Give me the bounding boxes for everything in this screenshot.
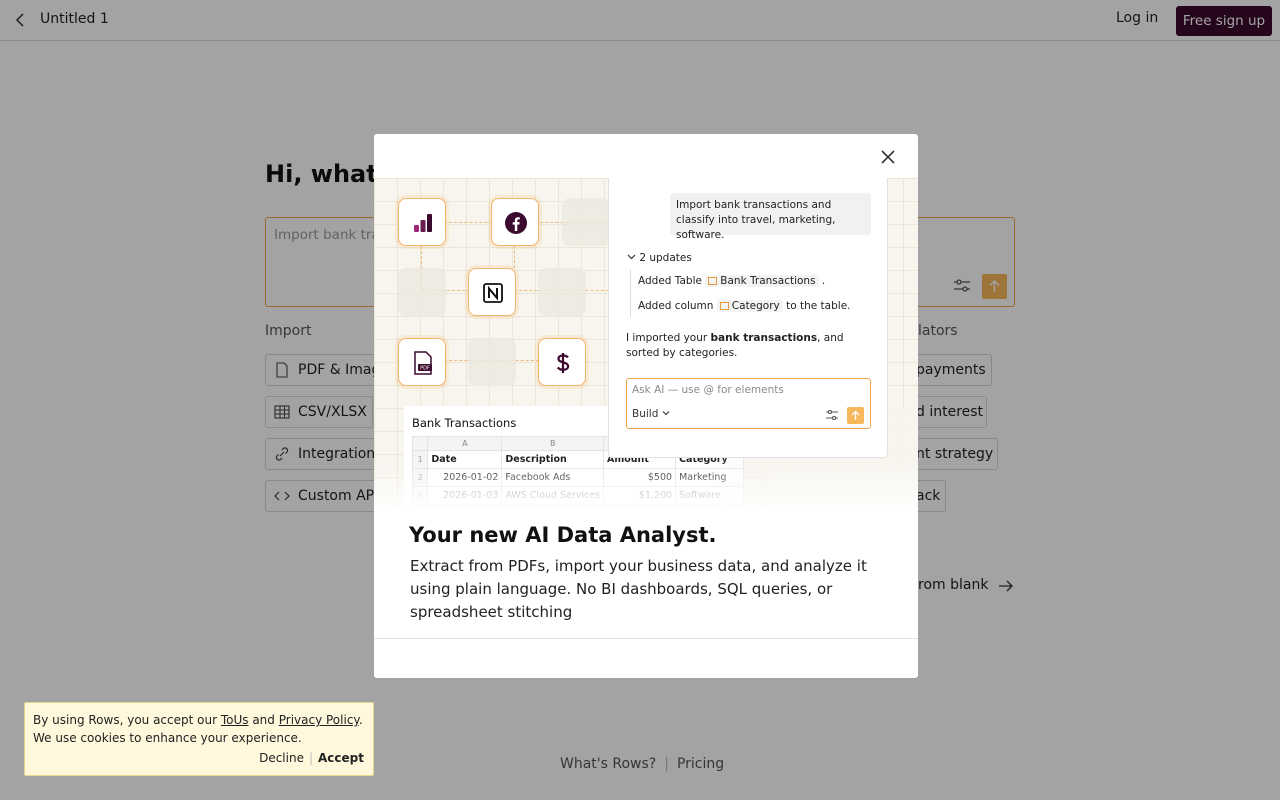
- arrow-up-icon: [851, 410, 860, 420]
- ask-ai-placeholder: Ask AI — use @ for elements: [632, 384, 784, 396]
- privacy-policy-link[interactable]: Privacy Policy: [279, 713, 359, 727]
- column-icon: [719, 302, 729, 310]
- placeholder-tile: [538, 268, 586, 316]
- table-row: 2 2026-01-02 Facebook Ads $500 Marketing: [411, 468, 744, 487]
- column-tag: Category: [716, 300, 783, 312]
- chevron-down-icon: [627, 254, 636, 260]
- notion-app-tile: [468, 268, 516, 316]
- onboarding-modal: PDF Bank Transactions A B 1 Date Descrip…: [374, 134, 918, 678]
- table-row: 3 2026-01-03 AWS Cloud Services $1,200 S…: [411, 486, 744, 505]
- build-mode-dropdown[interactable]: Build: [632, 408, 670, 420]
- ai-chat-panel: Import bank transactions and classify in…: [608, 178, 888, 458]
- sheet-title: Bank Transactions: [412, 416, 517, 430]
- updates-toggle[interactable]: 2 updates: [627, 252, 692, 264]
- column-letter: A: [427, 436, 503, 451]
- placeholder-tile: [562, 198, 610, 246]
- dollar-icon: [556, 353, 570, 373]
- analytics-bars-icon: [414, 214, 432, 232]
- payments-app-tile: [538, 338, 586, 386]
- modal-divider: [374, 638, 918, 639]
- modal-title: Your new AI Data Analyst.: [409, 523, 717, 547]
- column-header-description: Description: [501, 450, 605, 469]
- cookie-text-line2: We use cookies to enhance your experienc…: [33, 731, 302, 745]
- placeholder-tile: [468, 338, 516, 386]
- analytics-app-tile: [398, 198, 446, 246]
- settings-sliders-icon[interactable]: [825, 409, 839, 421]
- connector-line: [514, 246, 515, 268]
- update-item: Added Table Bank Transactions .: [638, 275, 826, 287]
- pdf-badge-label: PDF: [420, 366, 430, 372]
- facebook-app-tile: [491, 198, 539, 246]
- chevron-down-icon: [662, 411, 670, 416]
- ai-summary: I imported your bank transactions, and s…: [626, 332, 844, 359]
- updates-rule: [630, 269, 631, 317]
- tous-link[interactable]: ToUs: [221, 713, 249, 727]
- notion-icon: [483, 283, 503, 303]
- table-icon: [708, 277, 718, 285]
- facebook-icon: [505, 212, 527, 234]
- cookie-actions: Decline | Accept: [259, 749, 364, 767]
- cookie-text: By using Rows, you accept our ToUs and P…: [33, 713, 363, 727]
- modal-description: Extract from PDFs, import your business …: [410, 557, 867, 621]
- placeholder-tile: [398, 268, 446, 316]
- decline-button[interactable]: Decline: [259, 751, 304, 765]
- send-button[interactable]: [847, 407, 864, 424]
- column-header-date: Date: [427, 450, 503, 469]
- cookie-banner: By using Rows, you accept our ToUs and P…: [24, 702, 374, 776]
- user-message-bubble: Import bank transactions and classify in…: [670, 193, 871, 241]
- update-item: Added column Category to the table.: [638, 300, 851, 312]
- table-tag: Bank Transactions: [705, 275, 819, 287]
- pdf-file-icon: PDF: [414, 351, 432, 375]
- pdf-file-tile: PDF: [398, 338, 446, 386]
- hero-illustration: PDF Bank Transactions A B 1 Date Descrip…: [374, 178, 918, 508]
- column-letter: B: [501, 436, 605, 451]
- cookie-separator: |: [308, 751, 314, 765]
- ask-ai-input[interactable]: Ask AI — use @ for elements Build: [626, 378, 871, 429]
- accept-button[interactable]: Accept: [318, 751, 364, 765]
- close-icon[interactable]: [879, 148, 897, 166]
